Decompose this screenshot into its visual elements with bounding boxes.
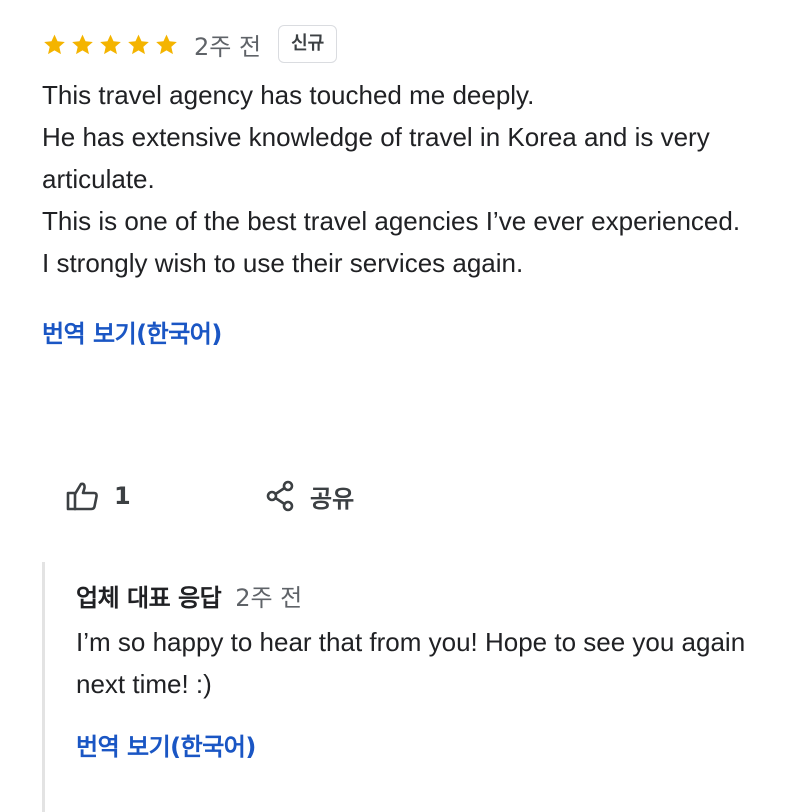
owner-response: 업체 대표 응답 2주 전 I’m so happy to hear that … xyxy=(42,562,762,812)
translate-link[interactable]: 번역 보기(한국어) xyxy=(42,314,222,349)
owner-response-header: 업체 대표 응답 2주 전 xyxy=(76,578,762,613)
share-button[interactable]: 공유 xyxy=(266,479,354,514)
share-icon xyxy=(266,480,296,512)
star-icon xyxy=(126,32,151,57)
like-button[interactable]: 1 xyxy=(66,481,266,511)
review-time: 2주 전 xyxy=(194,32,262,61)
thumbs-up-icon xyxy=(66,481,100,511)
new-badge: 신규 xyxy=(278,25,338,63)
owner-response-time: 2주 전 xyxy=(235,584,303,612)
star-icon xyxy=(154,32,179,57)
review-card: 2주 전 신규 This travel agency has touched m… xyxy=(42,24,762,349)
like-count: 1 xyxy=(114,482,131,510)
review-actions: 1 공유 xyxy=(66,472,354,520)
review-meta: 2주 전 신규 xyxy=(42,24,762,64)
star-icon xyxy=(70,32,95,57)
share-label: 공유 xyxy=(310,484,355,513)
owner-translate-link[interactable]: 번역 보기(한국어) xyxy=(76,727,256,762)
review-text: This travel agency has touched me deeply… xyxy=(42,80,741,278)
star-icon xyxy=(98,32,123,57)
star-icon xyxy=(42,32,67,57)
owner-response-text: I’m so happy to hear that from you! Hope… xyxy=(76,627,746,699)
star-rating xyxy=(42,32,179,57)
owner-response-title: 업체 대표 응답 xyxy=(76,584,222,612)
